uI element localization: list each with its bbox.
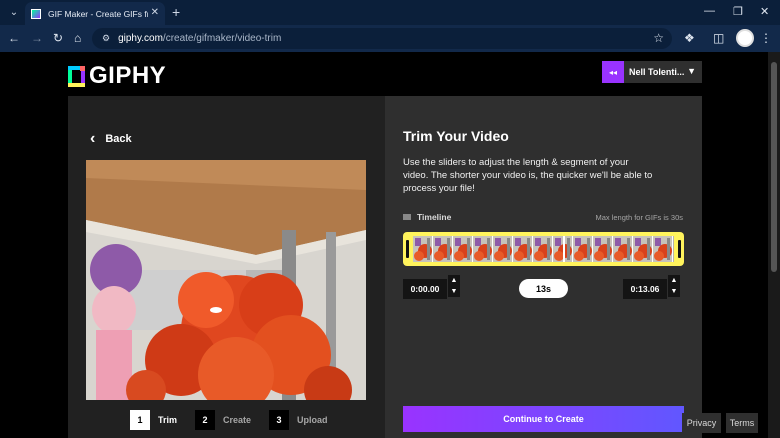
trim-panel: Trim Your Video Use the sliders to adjus… xyxy=(385,96,702,438)
timeline-thumbnails xyxy=(413,236,674,262)
url-bar[interactable]: ⚙ giphy.com/create/gifmaker/video-trim ☆ xyxy=(92,28,672,49)
reload-icon[interactable]: ↻ xyxy=(53,31,63,45)
video-preview-panel: ‹ Back 1 Trim 2 Create 3 Upload xyxy=(68,96,385,438)
timeline-header: Timeline Max length for GIFs is 30s xyxy=(403,212,683,222)
start-time-stepper[interactable]: ▲ ▼ xyxy=(448,275,460,297)
extensions-puzzle-icon[interactable]: ❖ xyxy=(684,31,695,45)
new-tab-plus-icon[interactable]: + xyxy=(172,4,180,20)
back-label: Back xyxy=(105,133,132,145)
step-number: 2 xyxy=(195,410,216,430)
trim-description: Use the sliders to adjust the length & s… xyxy=(403,157,653,194)
forward-arrow-icon[interactable]: → xyxy=(31,31,43,45)
giphy-logo[interactable]: GIPHY xyxy=(68,62,166,90)
minimize-icon[interactable]: — xyxy=(704,5,715,17)
timeline-label: Timeline xyxy=(417,212,452,222)
site-info-icon[interactable]: ⚙ xyxy=(102,33,110,44)
back-arrow-icon[interactable]: ← xyxy=(8,31,20,45)
url-host: giphy.com xyxy=(118,33,163,44)
page-scrollbar[interactable] xyxy=(768,52,780,438)
terms-link[interactable]: Terms xyxy=(726,413,758,433)
profile-avatar[interactable] xyxy=(736,29,754,47)
step-number: 3 xyxy=(269,410,290,430)
logo-wordmark: GIPHY xyxy=(89,62,167,89)
address-toolbar: ← → ↻ ⌂ ⚙ giphy.com/create/gifmaker/vide… xyxy=(0,25,780,52)
bookmark-star-icon[interactable]: ☆ xyxy=(653,31,664,45)
max-length-note: Max length for GIFs is 30s xyxy=(595,212,683,222)
step-label: Upload xyxy=(297,415,328,425)
tab-title: GIF Maker - Create GIFs from V xyxy=(48,8,148,19)
timeline-end-handle[interactable] xyxy=(678,240,681,258)
timeline-frames-image xyxy=(413,236,674,262)
timeline-start-handle[interactable] xyxy=(406,240,409,258)
trim-controls: 0:00.00 ▲ ▼ 13s 0:13.06 ▲ ▼ xyxy=(403,274,684,300)
video-frame-image xyxy=(86,160,366,400)
timeline-slider[interactable] xyxy=(403,232,684,266)
step-label: Create xyxy=(223,415,252,425)
browser-tab-strip: ⌄ GIF Maker - Create GIFs from V ✕ + — ❐… xyxy=(0,0,780,25)
step-create: 2 Create xyxy=(195,410,251,430)
user-avatar: ◂◂ xyxy=(602,61,624,83)
scrollbar-thumb[interactable] xyxy=(771,62,777,272)
url-path: /create/gifmaker/video-trim xyxy=(162,33,282,44)
back-button[interactable]: ‹ Back xyxy=(90,130,132,148)
privacy-link[interactable]: Privacy xyxy=(682,413,721,433)
step-label: Trim xyxy=(158,415,178,425)
user-menu[interactable]: ◂◂ Nell Tolenti... ▼ xyxy=(602,61,702,83)
close-tab-icon[interactable]: ✕ xyxy=(151,7,159,18)
close-window-icon[interactable]: ✕ xyxy=(760,5,769,18)
user-name: Nell Tolenti... xyxy=(629,67,685,77)
browser-tab[interactable]: GIF Maker - Create GIFs from V ✕ xyxy=(25,2,165,25)
step-upload: 3 Upload xyxy=(269,410,328,430)
giphy-page: GIPHY ◂◂ Nell Tolenti... ▼ ‹ Back 1 Trim… xyxy=(0,52,768,438)
start-time-field[interactable]: 0:00.00 xyxy=(403,279,447,299)
side-panel-icon[interactable]: ◫ xyxy=(713,31,724,45)
video-preview xyxy=(86,160,366,400)
continue-to-create-button[interactable]: Continue to Create xyxy=(403,406,684,432)
home-icon[interactable]: ⌂ xyxy=(74,31,81,45)
trim-title: Trim Your Video xyxy=(403,128,509,144)
duration-badge: 13s xyxy=(519,279,568,298)
step-number: 1 xyxy=(130,410,150,430)
tab-search-chevron-icon[interactable]: ⌄ xyxy=(6,5,22,21)
browser-menu-icon[interactable]: ⋮ xyxy=(760,31,772,45)
step-trim: 1 Trim xyxy=(130,410,177,430)
progress-steps: 1 Trim 2 Create 3 Upload xyxy=(130,410,346,430)
giphy-logo-mark-icon xyxy=(68,65,85,87)
giphy-favicon-icon xyxy=(31,8,41,19)
chevron-left-icon: ‹ xyxy=(90,130,96,147)
end-time-field[interactable]: 0:13.06 xyxy=(623,279,667,299)
chevron-down-icon: ▼ xyxy=(687,66,696,76)
end-time-stepper[interactable]: ▲ ▼ xyxy=(668,275,680,297)
video-camera-icon xyxy=(403,214,411,220)
restore-icon[interactable]: ❐ xyxy=(733,5,743,18)
